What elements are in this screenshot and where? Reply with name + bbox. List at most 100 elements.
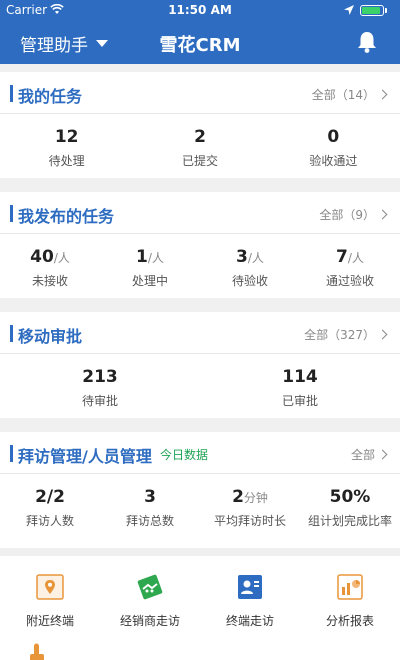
stat-awaiting-acceptance[interactable]: 3/人 待验收: [200, 234, 300, 298]
visits-card: 拜访管理/人员管理 今日数据 全部 2/2 拜访人数 3 拜访总数 2分钟 平均…: [0, 432, 400, 548]
chevron-right-icon: [377, 89, 388, 100]
visits-title: 拜访管理/人员管理: [18, 447, 152, 466]
stat-plan-completion[interactable]: 50% 组计划完成比率: [300, 474, 400, 546]
shortcut-label: 终端走访: [225, 614, 274, 628]
stat-label: 拜访总数: [125, 514, 174, 528]
published-tasks-all-label: 全部（9）: [319, 208, 375, 222]
approvals-title: 移动审批: [18, 327, 83, 346]
stat-unit: 分钟: [243, 491, 268, 505]
stat-label: 未接收: [31, 274, 68, 288]
my-tasks-all-label: 全部（14）: [311, 88, 375, 102]
shortcut-partial-item[interactable]: [22, 642, 50, 660]
published-tasks-all-link[interactable]: 全部（9）: [319, 206, 388, 223]
my-tasks-all-link[interactable]: 全部（14）: [311, 86, 388, 103]
stat-not-received[interactable]: 40/人 未接收: [0, 234, 100, 298]
chevron-right-icon: [377, 209, 388, 220]
visits-header: 拜访管理/人员管理 今日数据 全部: [0, 432, 400, 474]
report-icon: [335, 572, 365, 602]
shortcut-label: 分析报表: [325, 614, 374, 628]
chevron-right-icon: [377, 329, 388, 340]
stat-value: 12: [54, 127, 79, 147]
stat-passed-acceptance[interactable]: 7/人 通过验收: [300, 234, 400, 298]
stat-pending[interactable]: 12 待处理: [0, 114, 133, 178]
visits-stats: 2/2 拜访人数 3 拜访总数 2分钟 平均拜访时长 50% 组计划完成比率: [0, 474, 400, 546]
stat-approved[interactable]: 114 已审批: [200, 354, 400, 418]
stat-label: 验收通过: [309, 154, 358, 168]
shortcut-analysis-reports[interactable]: 分析报表: [300, 572, 400, 629]
stat-pending-approval[interactable]: 213 待审批: [0, 354, 200, 418]
stat-label: 处理中: [131, 274, 168, 288]
section-marker: [10, 325, 13, 342]
stat-value: 7: [336, 247, 348, 267]
published-tasks-stats: 40/人 未接收 1/人 处理中 3/人 待验收 7/人 通过验收: [0, 234, 400, 298]
approvals-stats: 213 待审批 114 已审批: [0, 354, 400, 418]
shortcut-label: 经销商走访: [119, 614, 180, 628]
shortcut-terminal-visits[interactable]: 终端走访: [200, 572, 300, 629]
stat-value: 2: [194, 127, 206, 147]
stat-unit: /人: [53, 251, 70, 265]
status-time: 11:50 AM: [168, 3, 232, 17]
my-tasks-title: 我的任务: [18, 87, 83, 106]
today-data-tag: 今日数据: [160, 448, 209, 462]
stat-label: 组计划完成比率: [307, 514, 392, 528]
stat-label: 已提交: [181, 154, 218, 168]
stat-value: 40: [30, 247, 54, 267]
section-marker: [10, 85, 13, 102]
stat-total-visits[interactable]: 3 拜访总数: [100, 474, 200, 546]
stat-value: 0: [327, 127, 340, 147]
battery-tip: [385, 8, 387, 13]
assistant-menu-label: 管理助手: [20, 36, 88, 56]
stat-unit: /人: [147, 251, 164, 265]
assistant-menu-button[interactable]: 管理助手: [20, 31, 108, 56]
stat-visitors[interactable]: 2/2 拜访人数: [0, 474, 100, 546]
stat-in-progress[interactable]: 1/人 处理中: [100, 234, 200, 298]
hand-pointer-icon: [22, 642, 50, 660]
approvals-header: 移动审批 全部（327）: [0, 312, 400, 354]
stat-label: 已审批: [281, 394, 318, 408]
stat-value: 3: [144, 487, 156, 507]
my-tasks-stats: 12 待处理 2 已提交 0 验收通过: [0, 114, 400, 178]
approvals-all-link[interactable]: 全部（327）: [304, 326, 388, 343]
shortcut-grid: 附近终端 经销商走访 终端走访 分析报表: [0, 556, 400, 660]
stat-value: 3: [236, 247, 248, 267]
stat-submitted[interactable]: 2 已提交: [133, 114, 266, 178]
stat-value: 213: [82, 367, 118, 387]
published-tasks-card: 我发布的任务 全部（9） 40/人 未接收 1/人 处理中 3/人 待验收 7/…: [0, 192, 400, 298]
visit-card-icon: [235, 572, 265, 602]
published-tasks-title: 我发布的任务: [18, 207, 115, 226]
stat-average-duration[interactable]: 2分钟 平均拜访时长: [200, 474, 300, 546]
approvals-all-label: 全部（327）: [304, 328, 375, 342]
stat-unit: /人: [347, 251, 364, 265]
stat-label: 平均拜访时长: [213, 514, 286, 528]
stat-label: 待处理: [48, 154, 85, 168]
stat-accepted[interactable]: 0 验收通过: [267, 114, 400, 178]
shortcut-label: 附近终端: [25, 614, 74, 628]
stat-unit: /人: [247, 251, 264, 265]
chevron-right-icon: [377, 449, 388, 460]
stat-label: 待验收: [231, 274, 268, 288]
stat-value: 50%: [329, 487, 371, 507]
battery-fill: [362, 7, 380, 14]
nav-bar: 管理助手 雪花CRM: [0, 20, 400, 64]
shortcut-nearby-terminals[interactable]: 附近终端: [0, 572, 100, 629]
approvals-card: 移动审批 全部（327） 213 待审批 114 已审批: [0, 312, 400, 418]
section-marker: [10, 445, 13, 462]
stat-value: 2/2: [35, 487, 65, 507]
my-tasks-header: 我的任务 全部（14）: [0, 72, 400, 114]
caret-down-icon: [96, 40, 108, 47]
stat-value: 1: [136, 247, 148, 267]
battery-icon: [360, 5, 384, 16]
section-marker: [10, 205, 13, 222]
stat-label: 通过验收: [325, 274, 374, 288]
location-arrow-icon: [344, 4, 354, 18]
visits-all-label: 全部: [350, 448, 375, 462]
visits-all-link[interactable]: 全部: [350, 446, 388, 463]
my-tasks-card: 我的任务 全部（14） 12 待处理 2 已提交 0 验收通过: [0, 72, 400, 178]
published-tasks-header: 我发布的任务 全部（9）: [0, 192, 400, 234]
handshake-icon: [135, 572, 165, 602]
shortcut-dealer-visits[interactable]: 经销商走访: [100, 572, 200, 629]
notification-bell-icon[interactable]: [356, 30, 378, 58]
status-bar: Carrier 11:50 AM: [0, 0, 400, 20]
map-pin-icon: [35, 572, 65, 602]
stat-label: 拜访人数: [25, 514, 74, 528]
